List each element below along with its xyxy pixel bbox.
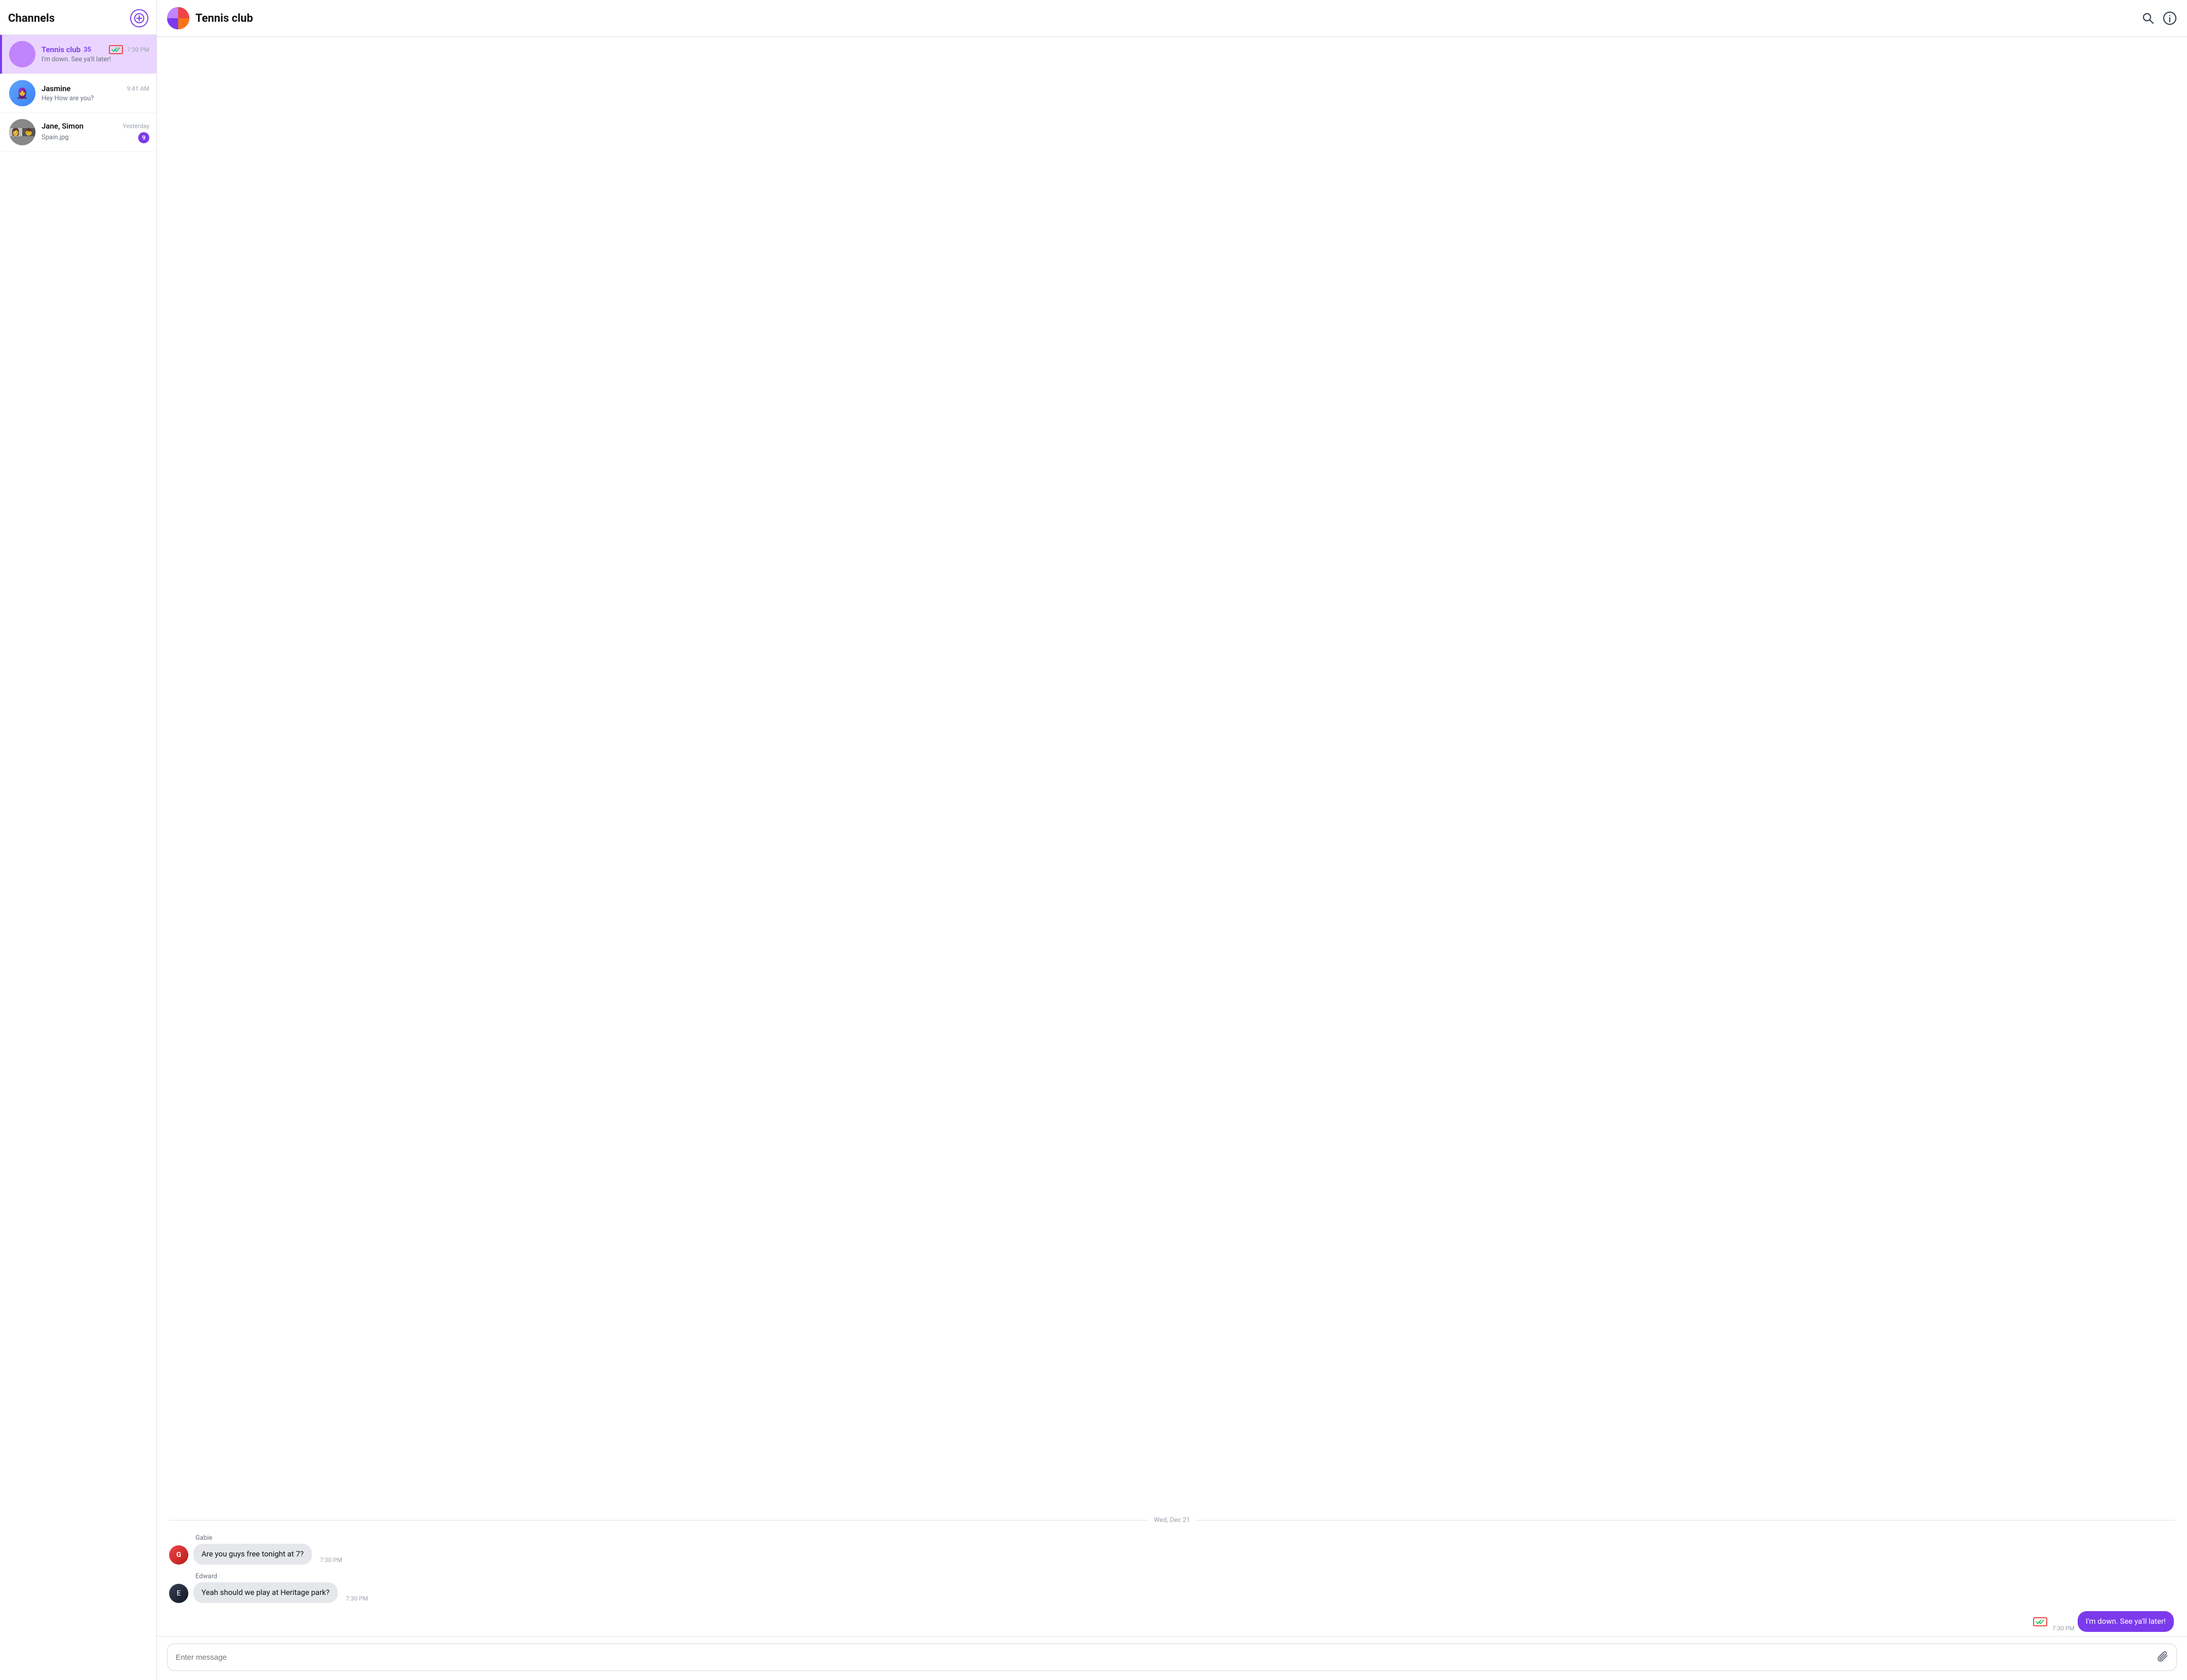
message-input-container [167,1644,2177,1671]
sender-name-edward: Edward [195,1573,2175,1580]
avatar-jane-simon: 👩 👦 [9,119,35,145]
message-time-edward: 7:30 PM [346,1595,368,1602]
message-bubble-edward: Yeah should we play at Heritage park? [193,1582,338,1603]
time-check-row: 7:30 PM [109,45,149,54]
channel-preview-row-jane-simon: Spain.jpg 9 [42,132,149,143]
avatar-jasmine: 🧕 [9,80,35,106]
avatar-tennis-club [9,41,35,67]
messages-area: Wed, Dec 21 Gabie G Are you guys free to… [157,37,2187,1636]
channel-list: Tennis club 35 7:30 PM I' [0,35,156,1680]
chat-title: Tennis club [195,12,253,25]
channel-item-tennis-club[interactable]: Tennis club 35 7:30 PM I' [0,35,156,74]
chat-header: Tennis club [157,0,2187,37]
message-bubble-gabie: Are you guys free tonight at 7? [193,1544,312,1565]
new-channel-button[interactable] [130,9,148,27]
avatar-edward: E [169,1584,188,1603]
channel-name-jasmine: Jasmine [42,84,71,93]
own-message-time: 7:30 PM [2052,1625,2075,1632]
message-input-area [157,1636,2187,1680]
unread-badge-jane-simon: 9 [138,132,149,143]
avatar-gabie: G [169,1545,188,1565]
unread-count-tennis: 35 [84,46,91,54]
double-check-icon-sidebar [109,45,123,54]
search-icon [2141,12,2155,25]
channel-preview-row-tennis: I'm down. See ya'll later! [42,56,149,63]
own-message-bubble: I'm down. See ya'll later! [2078,1611,2174,1632]
message-row-edward: E Yeah should we play at Heritage park? … [169,1582,2175,1603]
double-check-icon-msg [2033,1617,2047,1626]
search-button[interactable] [2141,12,2155,25]
sidebar-header: Channels [0,0,156,35]
double-checkmark-own [2036,1619,2045,1625]
channel-name-jane-simon: Jane, Simon [42,122,84,131]
channel-name-row-jasmine: Jasmine 9:41 AM [42,84,149,93]
sidebar: Channels Tennis club 35 [0,0,157,1680]
message-input[interactable] [176,1653,2152,1662]
own-message-time-row: 7:30 PM I'm down. See ya'll later! [169,1611,2175,1632]
plus-circle-icon [134,13,144,23]
channel-item-jasmine[interactable]: 🧕 Jasmine 9:41 AM Hey How are you? [0,74,156,113]
message-group-edward: Edward E Yeah should we play at Heritage… [157,1569,2187,1607]
message-time-gabie: 7:30 PM [320,1556,342,1564]
attach-button[interactable] [2156,1650,2168,1664]
sender-name-gabie: Gabie [195,1534,2175,1542]
channel-name-tennis: Tennis club 35 [42,45,91,54]
chat-area: Tennis club Wed, Dec 21 [157,0,2187,1680]
chat-header-left: Tennis club [167,7,253,29]
date-divider: Wed, Dec 21 [157,1510,2187,1530]
channel-info-tennis: Tennis club 35 7:30 PM I' [42,45,149,63]
channel-name-row-jane-simon: Jane, Simon Yesterday [42,122,149,131]
channel-info-jane-simon: Jane, Simon Yesterday Spain.jpg 9 [42,122,149,143]
sidebar-title: Channels [8,12,55,25]
channel-preview-tennis: I'm down. See ya'll later! [42,56,111,63]
chat-header-avatar [167,7,189,29]
channel-name-row: Tennis club 35 7:30 PM [42,45,149,54]
paperclip-icon [2156,1650,2168,1662]
messages-spacer [157,37,2187,1510]
channel-time-jane-simon: Yesterday [123,123,149,130]
message-row-gabie: G Are you guys free tonight at 7? 7:30 P… [169,1544,2175,1565]
info-button[interactable] [2163,11,2177,25]
channel-preview-row-jasmine: Hey How are you? [42,95,149,102]
channel-info-jasmine: Jasmine 9:41 AM Hey How are you? [42,84,149,102]
message-group-gabie: Gabie G Are you guys free tonight at 7? … [157,1530,2187,1569]
channel-preview-jane-simon: Spain.jpg [42,134,69,141]
double-checkmark-svg [111,47,120,53]
channel-preview-jasmine: Hey How are you? [42,95,94,102]
channel-item-jane-simon[interactable]: 👩 👦 Jane, Simon Yesterday Spain.jpg 9 [0,113,156,152]
channel-time-tennis: 7:30 PM [127,46,149,53]
channel-time-jasmine: 9:41 AM [127,85,149,92]
message-group-own: 7:30 PM I'm down. See ya'll later! [157,1607,2187,1636]
chat-header-actions [2141,11,2177,25]
info-icon [2163,11,2177,25]
